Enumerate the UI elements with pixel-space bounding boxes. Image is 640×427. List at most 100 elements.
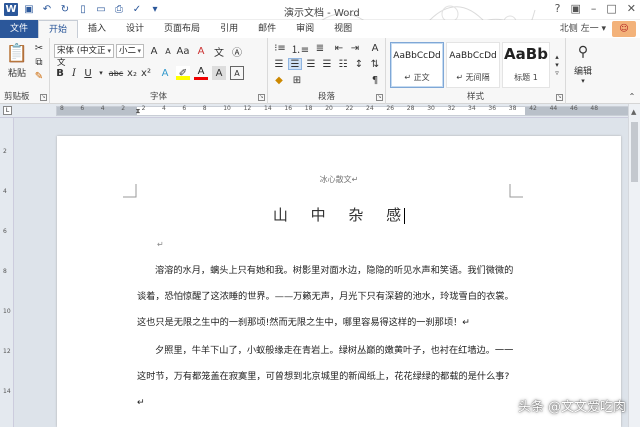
clear-formatting-icon[interactable]: A: [194, 44, 208, 58]
editing-button[interactable]: 编辑: [566, 64, 600, 77]
ruler-tick: 6: [80, 105, 85, 112]
shrink-font-icon[interactable]: A: [162, 44, 174, 58]
minimize-icon[interactable]: –: [591, 2, 597, 15]
vertical-ruler-tick: 12: [3, 348, 11, 355]
underline-icon[interactable]: U: [82, 66, 94, 80]
avatar[interactable]: ☺: [612, 21, 636, 37]
style-normal[interactable]: AaBbCcDd ↵ 正文: [390, 42, 444, 88]
align-left-icon[interactable]: ☰: [272, 58, 286, 70]
line-spacing-icon[interactable]: ↕: [352, 58, 366, 70]
paragraph-2[interactable]: 夕照里，牛羊下山了，小蚁般缘走在青岩上。绿树丛巅的嫩黄叶子，也衬在红墙边。一一这…: [137, 338, 517, 416]
increase-indent-icon[interactable]: ⇥: [348, 42, 362, 54]
shading-icon[interactable]: ◆: [272, 74, 286, 86]
tab-mailings[interactable]: 邮件: [248, 20, 286, 38]
styles-launcher-icon[interactable]: ↘: [556, 94, 563, 101]
undo-icon[interactable]: ↶: [40, 3, 54, 16]
document-title[interactable]: 山 中 杂 感: [57, 204, 621, 225]
new-document-icon[interactable]: ▯: [76, 3, 90, 16]
help-icon[interactable]: ?: [555, 2, 561, 15]
bullets-icon[interactable]: ⁝≡: [272, 42, 288, 54]
highlight-color-icon[interactable]: ✐: [176, 66, 190, 80]
phonetic-guide-icon[interactable]: 文: [212, 44, 226, 59]
page-header[interactable]: 冰心散文↵: [57, 174, 621, 185]
ribbon-display-icon[interactable]: ▣: [570, 2, 580, 15]
margin-corner-top-right: [509, 184, 523, 198]
tab-selector-icon[interactable]: L: [3, 106, 12, 115]
document-title-text: 山 中 杂 感: [272, 206, 411, 224]
numbering-icon[interactable]: ⒈≡: [291, 42, 309, 56]
user-name[interactable]: 北侧 左一 ▾: [560, 21, 606, 37]
tab-home[interactable]: 开始: [38, 20, 79, 38]
style-heading-1[interactable]: AaBb 标题 1: [502, 42, 550, 88]
tab-design[interactable]: 设计: [116, 20, 154, 38]
save-icon[interactable]: ▣: [22, 3, 36, 16]
horizontal-ruler[interactable]: 8 6 4 2 2 4 6 8 10 12 14 16 18 20 22 24 26 28 30 32 34 36 38 42…: [0, 104, 640, 118]
font-color-icon[interactable]: A: [194, 66, 208, 80]
print-preview-icon[interactable]: ⎙: [112, 3, 126, 16]
tab-insert[interactable]: 插入: [78, 20, 116, 38]
scroll-thumb[interactable]: [631, 122, 638, 182]
editing-dropdown-icon[interactable]: ▾: [578, 76, 588, 86]
sort-icon[interactable]: ⇅: [368, 58, 382, 70]
text-effects-icon[interactable]: A: [158, 66, 172, 80]
close-icon[interactable]: ✕: [627, 2, 636, 15]
subscript-icon[interactable]: x₂: [126, 66, 138, 80]
style-no-spacing[interactable]: AaBbCcDd ↵ 无间隔: [446, 42, 500, 88]
align-center-icon[interactable]: ☰: [288, 58, 302, 70]
paragraph-launcher-icon[interactable]: ↘: [376, 94, 383, 101]
indent-marker-icon[interactable]: ⧗: [134, 105, 142, 117]
redo-icon[interactable]: ↻: [58, 3, 72, 16]
maximize-icon[interactable]: □: [606, 2, 616, 15]
styles-scroll-icon[interactable]: ▴ ▾ ▿: [552, 42, 562, 88]
collapse-ribbon-icon[interactable]: ⌃: [626, 90, 638, 102]
distributed-icon[interactable]: ☷: [336, 58, 350, 70]
justify-icon[interactable]: ☰: [320, 58, 334, 70]
ruler-tick: 2: [141, 105, 146, 112]
tab-review[interactable]: 审阅: [286, 20, 324, 38]
tab-file[interactable]: 文件: [0, 20, 38, 38]
spelling-icon[interactable]: ✓: [130, 3, 144, 16]
align-right-icon[interactable]: ☰: [304, 58, 318, 70]
copy-icon[interactable]: ⧉: [33, 56, 45, 68]
vertical-scrollbar[interactable]: ▲: [628, 104, 640, 427]
ruler-tick: 4: [100, 105, 105, 112]
clipboard-group: 📋 粘贴 ✂ ⧉ ✎ 剪贴板 ↘: [0, 38, 50, 104]
cut-icon[interactable]: ✂: [33, 42, 45, 54]
paragraph-1[interactable]: 溶溶的水月，螭头上只有她和我。树影里对面水边，隐隐的听见水声和笑语。我们微微的谈…: [137, 258, 517, 336]
enclose-characters-icon[interactable]: Ⓐ: [230, 44, 244, 59]
style-no-spacing-name: ↵ 无间隔: [456, 73, 490, 82]
character-shading-icon[interactable]: A: [212, 66, 226, 80]
chinese-layout-icon[interactable]: A: [368, 42, 382, 54]
multilevel-list-icon[interactable]: ≣: [312, 42, 328, 54]
font-launcher-icon[interactable]: ↘: [258, 94, 265, 101]
scroll-up-icon[interactable]: ▲: [631, 108, 636, 116]
underline-dropdown-icon[interactable]: ▾: [96, 66, 106, 80]
format-painter-icon[interactable]: ✎: [33, 70, 45, 82]
superscript-icon[interactable]: x²: [140, 66, 152, 80]
font-name-select[interactable]: 宋体 (中文正文: [54, 44, 114, 68]
change-case-icon[interactable]: Aa: [176, 44, 190, 58]
open-folder-icon[interactable]: ▭: [94, 3, 108, 16]
find-binoculars-icon[interactable]: ⚲: [574, 42, 592, 62]
tab-view[interactable]: 视图: [324, 20, 362, 38]
paste-button[interactable]: 粘贴: [2, 66, 32, 79]
paste-icon[interactable]: 📋: [6, 40, 28, 66]
tab-page-layout[interactable]: 页面布局: [154, 20, 210, 38]
decrease-indent-icon[interactable]: ⇤: [332, 42, 346, 54]
grow-font-icon[interactable]: A: [148, 44, 160, 58]
ruler-tick: 22: [345, 105, 354, 112]
show-marks-icon[interactable]: ¶: [368, 74, 382, 86]
paragraph-mark: ↵: [157, 240, 164, 249]
vertical-ruler[interactable]: 2 4 6 8 10 12 14: [0, 118, 14, 427]
italic-icon[interactable]: I: [68, 66, 80, 80]
font-size-select[interactable]: 小二: [116, 44, 144, 58]
ruler-tick: 32: [447, 105, 456, 112]
document-page[interactable]: 冰心散文↵ 山 中 杂 感 ↵ 溶溶的水月，螭头上只有她和我。树影里对面水边，隐…: [57, 136, 621, 427]
clipboard-launcher-icon[interactable]: ↘: [40, 94, 47, 101]
customize-qat-icon[interactable]: ▾: [148, 3, 162, 16]
bold-icon[interactable]: B: [54, 66, 66, 80]
tab-references[interactable]: 引用: [210, 20, 248, 38]
character-border-icon[interactable]: A: [230, 66, 244, 80]
strikethrough-icon[interactable]: abc: [108, 66, 124, 80]
borders-icon[interactable]: ⊞: [290, 74, 304, 86]
